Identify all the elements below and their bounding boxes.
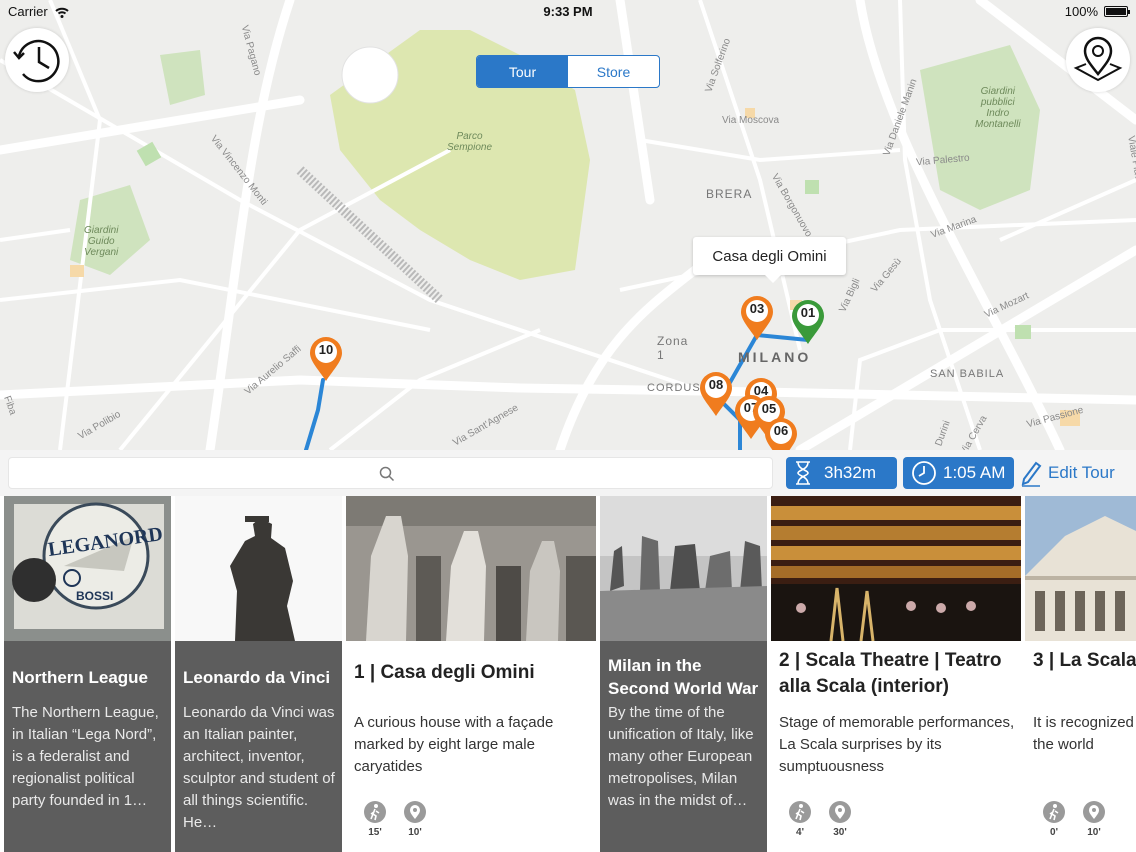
card-photo <box>1025 496 1136 641</box>
visit-time: 10' <box>400 801 430 838</box>
map-label-milano: MILANO <box>738 349 812 365</box>
card-title: Milan in the Second World War <box>608 656 759 698</box>
history-button[interactable] <box>5 28 69 92</box>
map-callout[interactable]: Casa degli Omini <box>693 237 846 283</box>
map-label-brera: BRERA <box>706 187 753 201</box>
card-title: Leonardo da Vinci <box>183 668 331 687</box>
status-bar: Carrier 9:33 PM 100% <box>0 0 1136 22</box>
battery-percent: 100% <box>1064 4 1098 19</box>
status-time: 9:33 PM <box>543 4 593 19</box>
card-title: 1 | Casa degli Omini <box>354 662 535 683</box>
card-title: 3 | La Scala | Teatro alla S <box>1033 650 1136 671</box>
card-milan-ww2[interactable]: Milan in the Second World War By the tim… <box>600 496 767 852</box>
map-label-parco: Parco Sempione <box>447 131 493 153</box>
tour-duration-value: 3h32m <box>824 463 876 482</box>
clock-history-icon <box>13 39 60 83</box>
edit-tour-label: Edit Tour <box>1048 463 1115 482</box>
svg-text:BOSSI: BOSSI <box>76 589 113 603</box>
card-photo <box>600 496 767 641</box>
edit-tour-button[interactable]: Edit Tour <box>1020 457 1115 489</box>
map-pin-08[interactable]: 08 <box>698 370 734 418</box>
tour-duration-button[interactable]: 3h32m <box>786 457 897 489</box>
card-description: A curious house with a façade marked by … <box>354 714 554 775</box>
card-description: It is recognized leading opera a in the … <box>1033 714 1136 753</box>
card-description: The Northern League, in Italian “Lega No… <box>12 704 159 809</box>
walk-time: 4' <box>785 801 815 838</box>
walk-time: 0' <box>1039 801 1069 838</box>
segment-store[interactable]: Store <box>568 56 659 87</box>
card-northern-league[interactable]: LEGANORD BOSSI Northern League The North… <box>4 496 171 852</box>
card-photo <box>175 496 342 641</box>
map-label-montanelli: Giardini pubblici Indro Montanelli <box>975 86 1021 130</box>
walking-icon <box>370 804 380 821</box>
walk-time: 15' <box>360 801 390 838</box>
start-time-value: 1:05 AM <box>943 463 1006 482</box>
battery-icon <box>1104 6 1130 17</box>
search-input[interactable] <box>8 457 773 489</box>
map-pin-06[interactable]: 06 <box>763 416 799 450</box>
start-time-button[interactable]: 1:05 AM <box>903 457 1014 489</box>
card-scala-interior[interactable]: 2 | Scala Theatre | Teatro alla Scala (i… <box>771 496 1021 852</box>
card-description: Leonardo da Vinci was an Italian painter… <box>183 704 335 831</box>
card-title: Northern League <box>12 668 149 687</box>
tour-toolbar: 3h32m 1:05 AM Edit Tour <box>0 450 1136 496</box>
card-description: By the time of the unification of Italy,… <box>608 704 754 809</box>
clock-icon <box>912 461 936 485</box>
card-photo <box>771 496 1021 641</box>
visit-time: 30' <box>825 801 855 838</box>
pencil-icon <box>1021 461 1042 487</box>
places-button[interactable] <box>1066 28 1130 92</box>
card-photo <box>346 496 596 641</box>
map-view[interactable]: Parco Sempione Giardini Guido Vergani Giard… <box>0 0 1136 450</box>
segment-tour[interactable]: Tour <box>477 56 568 87</box>
search-icon <box>379 466 395 482</box>
walking-icon <box>795 804 805 821</box>
map-pin-10[interactable]: 10 <box>308 335 344 383</box>
card-stats: 15' 10' <box>360 801 430 838</box>
card-leonardo-da-vinci[interactable]: Leonardo da Vinci Leonardo da Vinci was … <box>175 496 342 852</box>
visit-time: 10' <box>1079 801 1109 838</box>
tour-cards-carousel[interactable]: LEGANORD BOSSI Northern League The North… <box>0 496 1136 852</box>
map-pins-icon <box>1073 36 1123 82</box>
map-label-guido-vergani: Giardini Guido Vergani <box>84 225 119 258</box>
map-pin-01[interactable]: 01 <box>790 298 826 346</box>
map-label-zona: Zona 1 <box>657 334 689 362</box>
map-label-san-babila: SAN BABILA <box>930 368 1005 380</box>
card-photo: LEGANORD BOSSI <box>4 496 171 641</box>
card-description: Stage of memorable performances, La Scal… <box>779 714 1015 775</box>
map-pin-03[interactable]: 03 <box>739 294 775 342</box>
walking-icon <box>1049 804 1059 821</box>
location-pin-icon <box>835 805 845 819</box>
location-pin-icon <box>1089 805 1099 819</box>
tour-store-segmented-control[interactable]: Tour Store <box>476 55 660 88</box>
card-stats: 0' 10' <box>1039 801 1109 838</box>
card-casa-degli-omini[interactable]: 1 | Casa degli Omini A curious house wit… <box>346 496 596 852</box>
card-title: 2 | Scala Theatre | Teatro alla Scala (i… <box>779 650 1002 697</box>
card-la-scala[interactable]: 3 | La Scala | Teatro alla S It is recog… <box>1025 496 1136 852</box>
card-stats: 4' 30' <box>785 801 855 838</box>
location-pin-icon <box>410 805 420 819</box>
street-label: Via Moscova <box>722 115 780 126</box>
hourglass-icon <box>796 461 810 485</box>
